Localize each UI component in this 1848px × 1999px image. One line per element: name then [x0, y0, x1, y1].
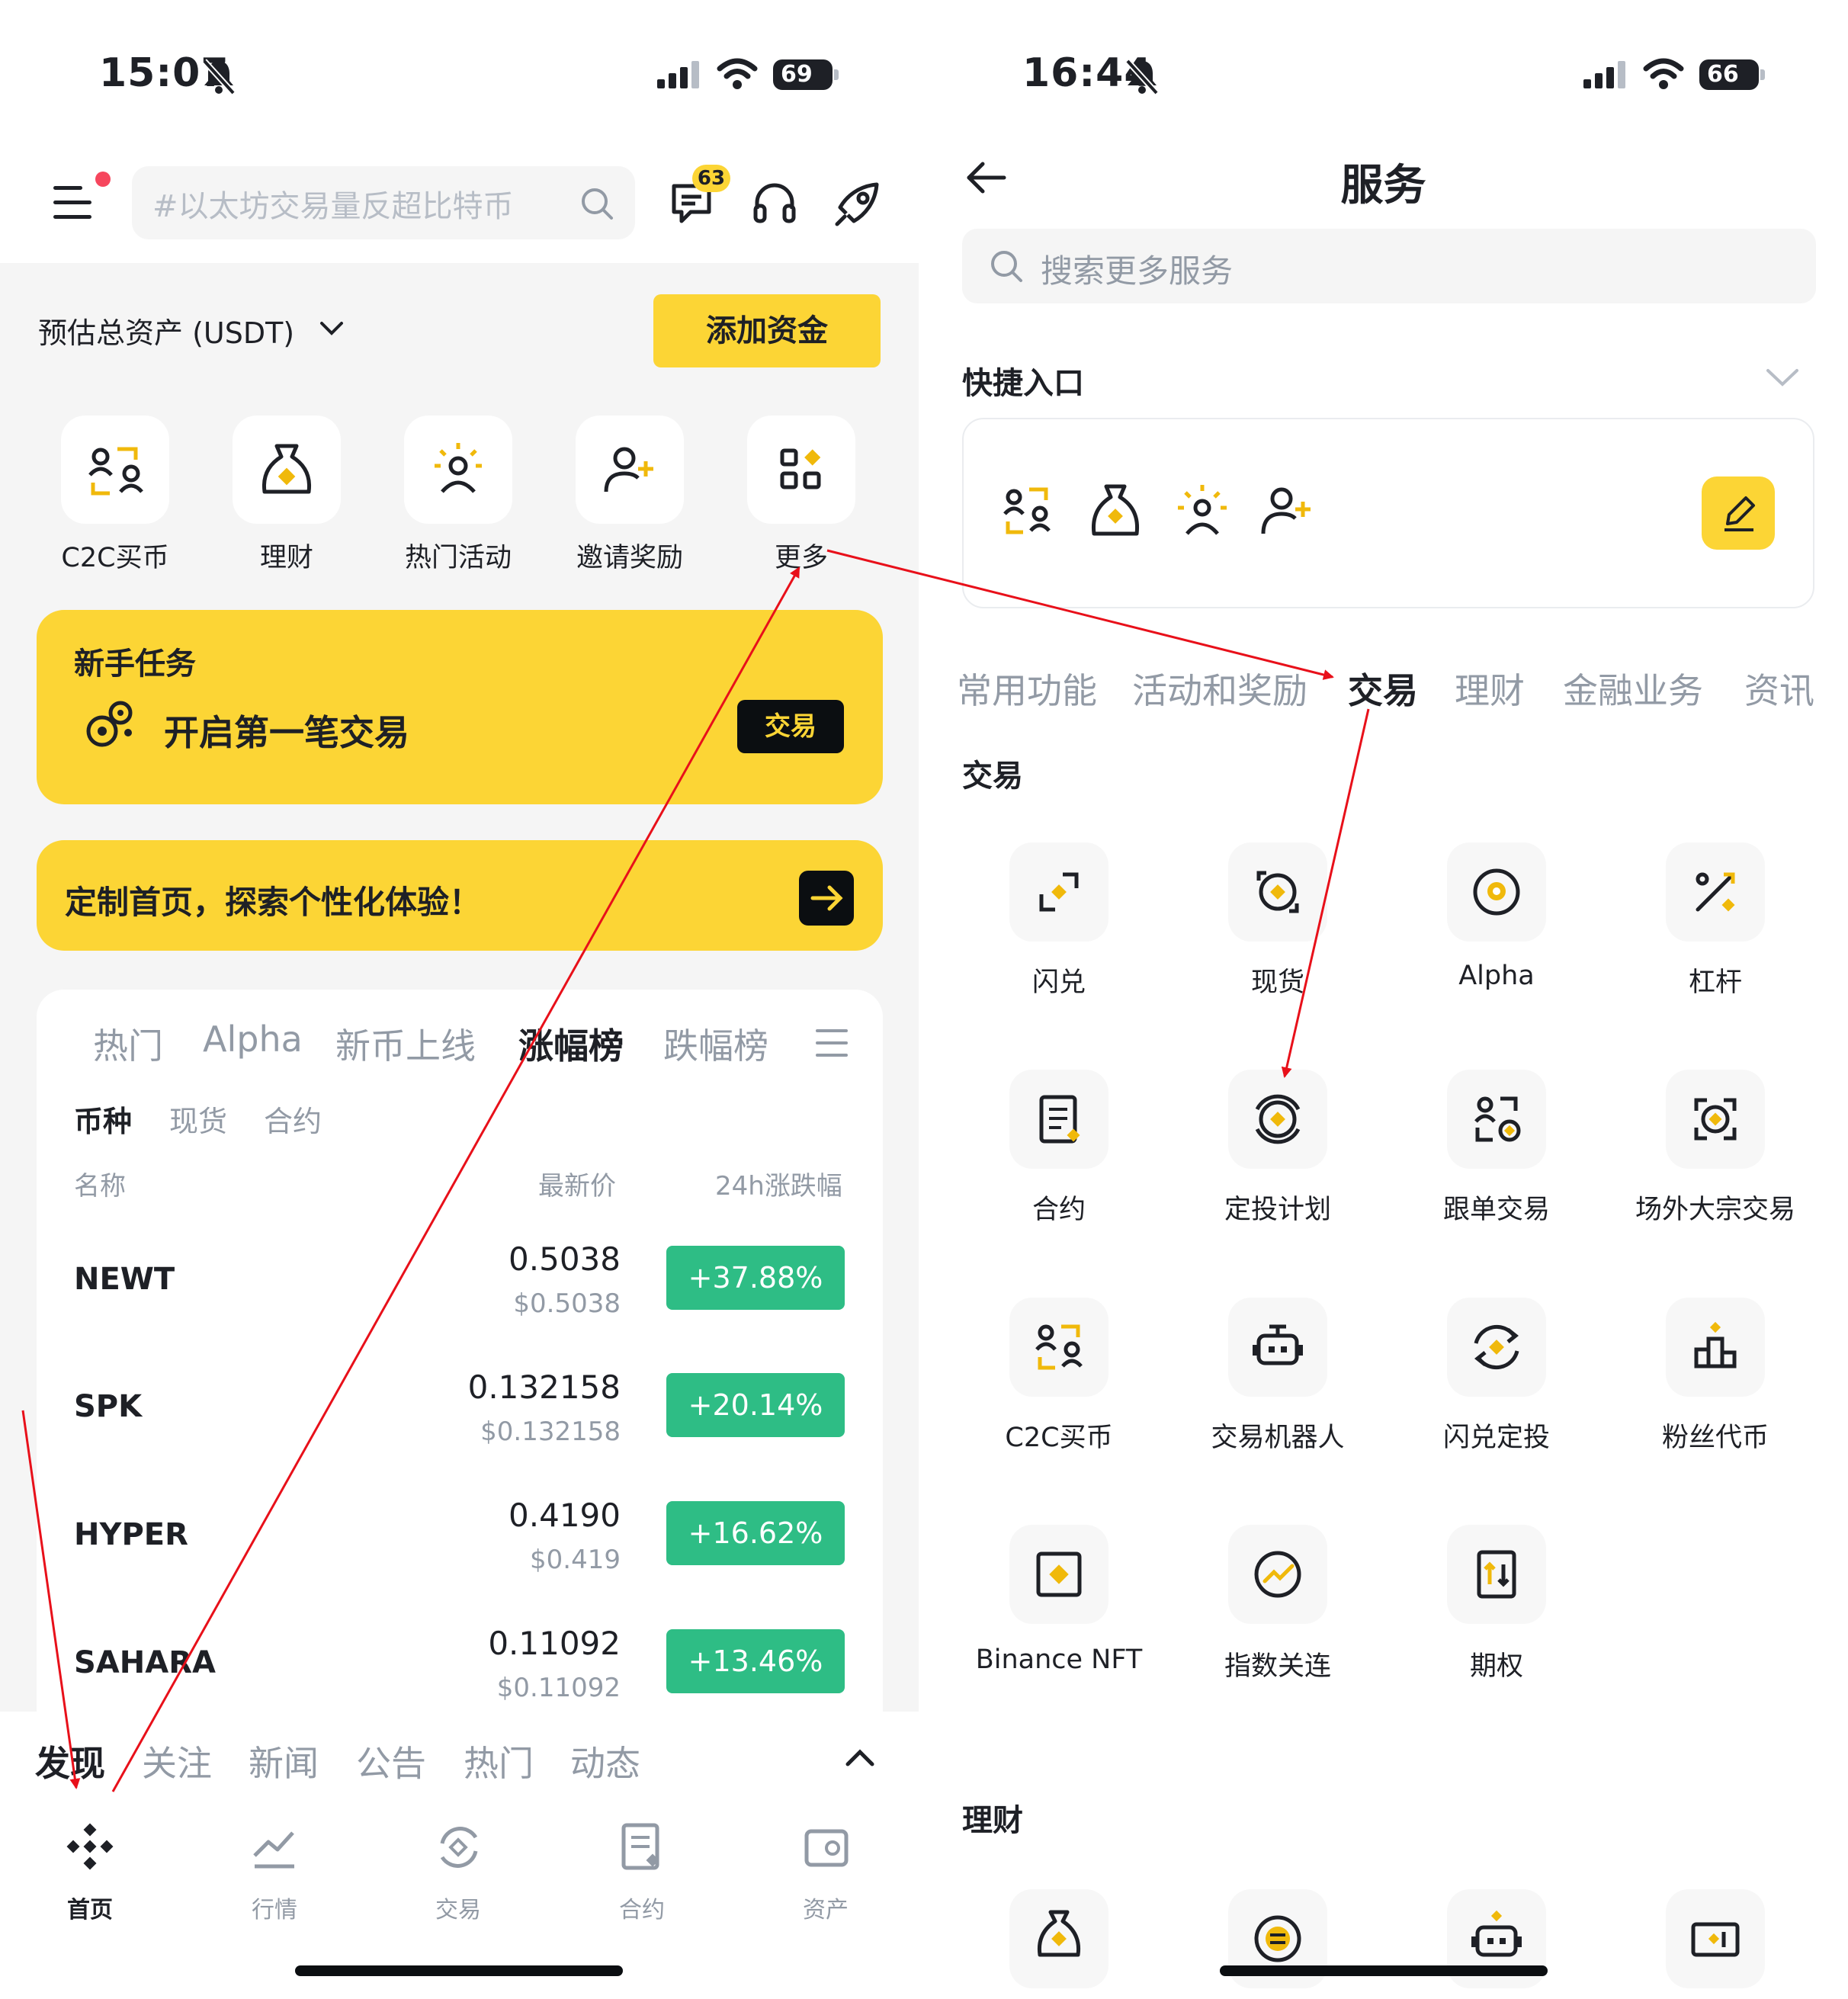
annotation-arrow-to-more [111, 566, 800, 1792]
annotation-arrow-to-trade-tab [826, 549, 1334, 680]
annotation-arrow-to-auto-invest [1281, 708, 1370, 1078]
annotation-arrow-to-home [21, 1410, 81, 1789]
annotation-arrows [21, 549, 1370, 1792]
